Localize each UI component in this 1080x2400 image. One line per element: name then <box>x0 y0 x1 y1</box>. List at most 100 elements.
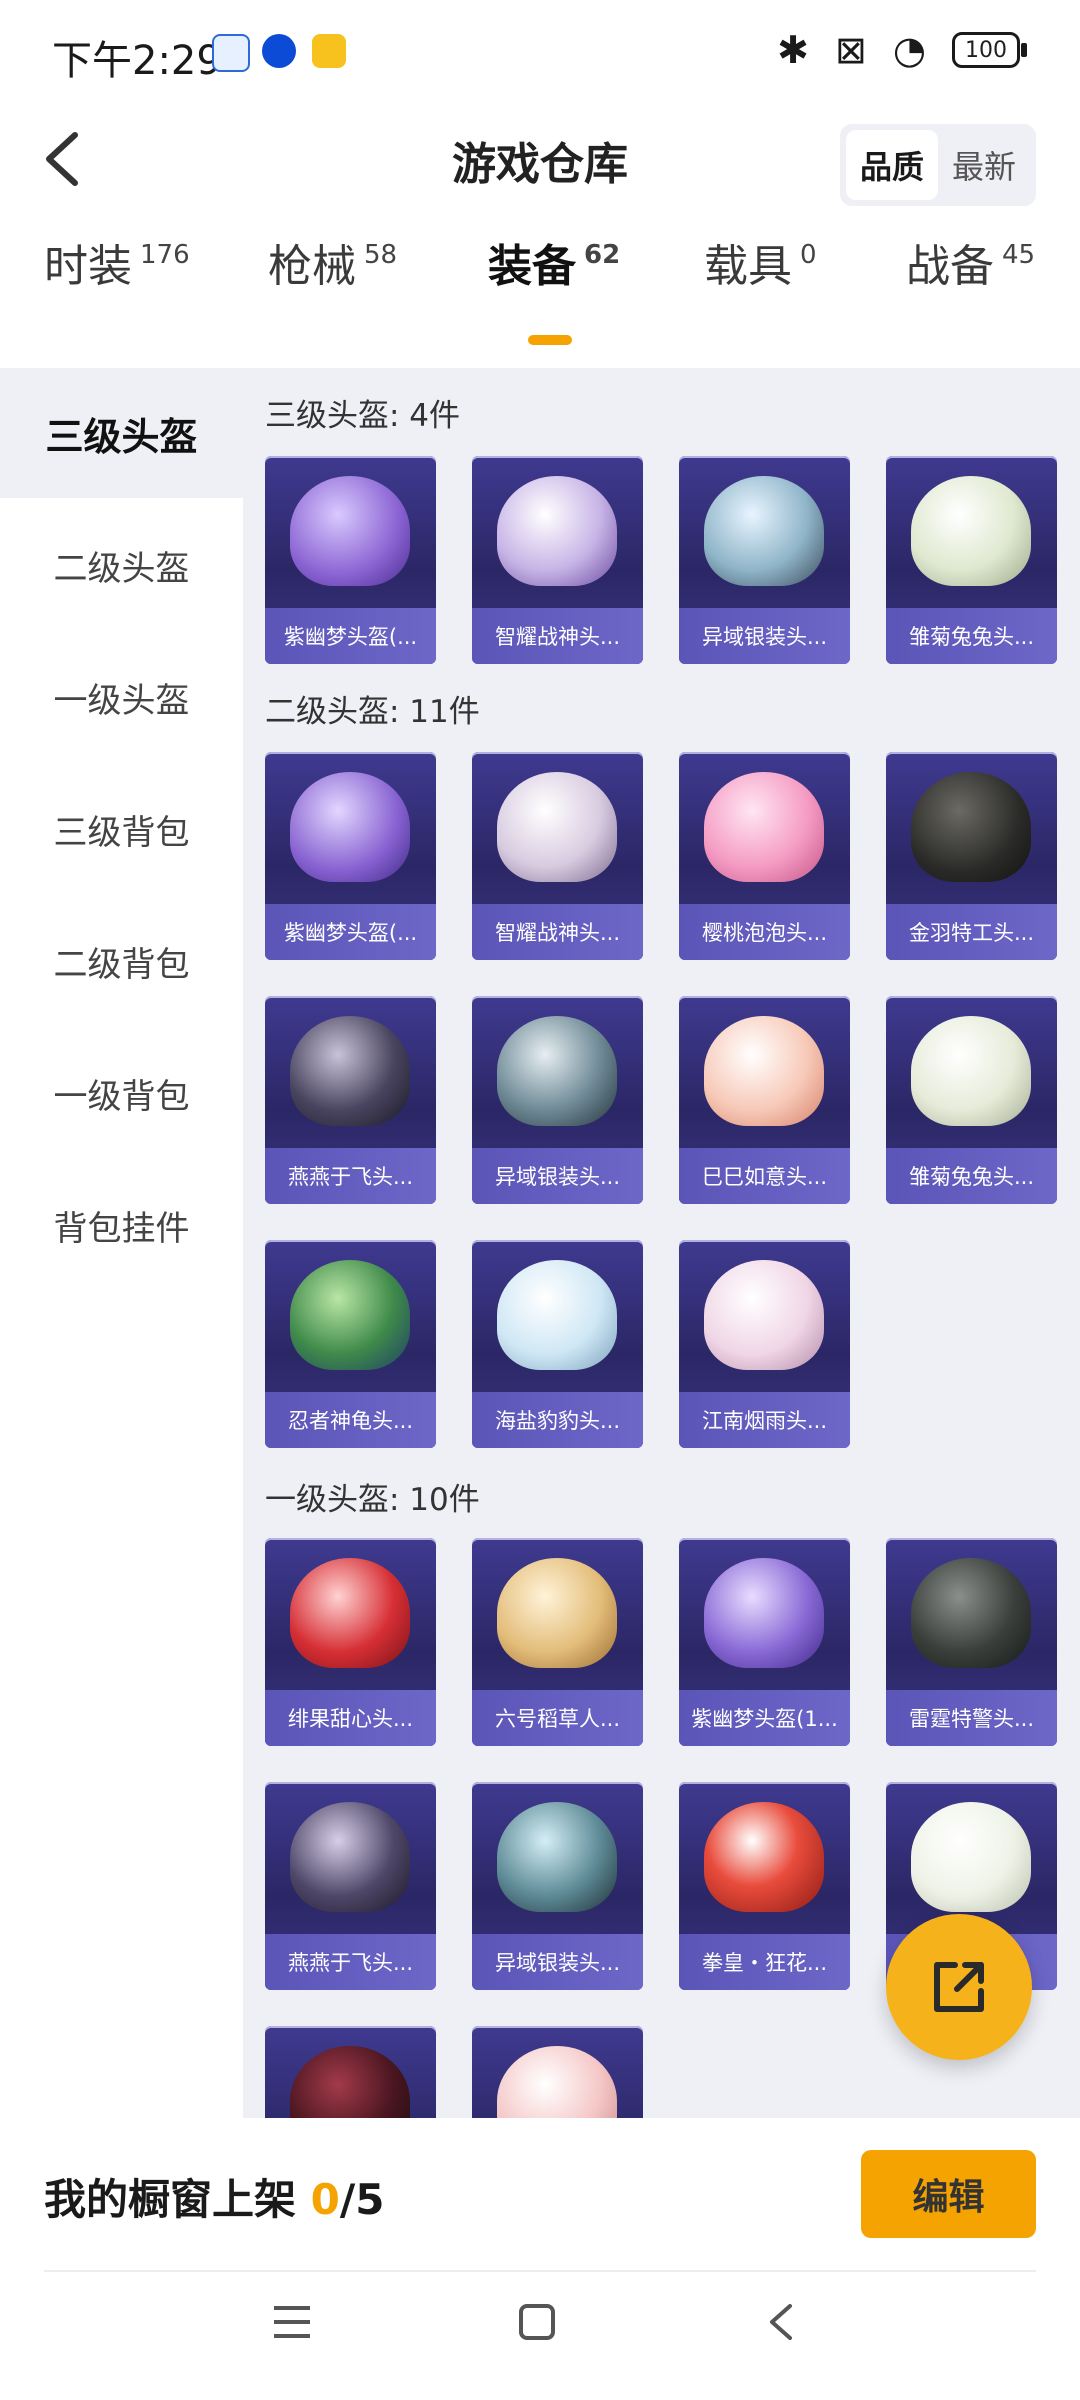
helmet-icon <box>911 1016 1031 1126</box>
item-card[interactable]: 智耀战神头... <box>472 752 643 960</box>
helmet-icon <box>704 1558 824 1668</box>
system-nav-bar <box>0 2293 1080 2383</box>
tab-indicator <box>528 335 572 345</box>
item-card[interactable]: 巳巳如意头... <box>679 996 850 1204</box>
item-name: 忍者神龟头... <box>265 1392 436 1448</box>
item-card[interactable]: 樱桃泡泡头... <box>679 752 850 960</box>
sidebar-item-backpack-charm[interactable]: 背包挂件 <box>0 1160 243 1290</box>
item-name: 江南烟雨头... <box>679 1392 850 1448</box>
external-link-icon <box>934 1962 984 2012</box>
battery-icon: 100 <box>952 32 1027 68</box>
export-fab-button[interactable] <box>886 1914 1032 2060</box>
item-card[interactable]: 江南烟雨头... <box>679 1240 850 1448</box>
helmet-icon <box>497 1802 617 1912</box>
back-nav-icon[interactable] <box>760 2293 804 2358</box>
tab-count: 45 <box>1002 240 1036 270</box>
sort-newest[interactable]: 最新 <box>938 130 1030 200</box>
tab-count: 176 <box>140 240 190 270</box>
tab-label: 时装 <box>44 241 132 292</box>
helmet-icon <box>911 1802 1031 1912</box>
sidebar-item-level2-helmet[interactable]: 二级头盔 <box>0 500 243 630</box>
status-right: ✱ ⊠ ◔ 100 <box>777 28 1027 72</box>
baidu-icon <box>212 34 250 72</box>
bluebird-icon <box>262 34 296 68</box>
item-card[interactable]: 异域银装头... <box>472 996 643 1204</box>
tab-vehicles[interactable]: 载具 0 <box>704 230 817 294</box>
divider <box>44 2270 1036 2272</box>
sidebar-item-level1-helmet[interactable]: 一级头盔 <box>0 632 243 762</box>
tab-label: 装备 <box>488 241 576 292</box>
sidebar-item-level3-helmet[interactable]: 三级头盔 <box>0 368 243 498</box>
item-name: 异域银装头... <box>472 1934 643 1990</box>
helmet-icon <box>497 476 617 586</box>
showcase-total: /5 <box>339 2175 385 2224</box>
item-name: 拳皇・狂花... <box>679 1934 850 1990</box>
item-card[interactable]: 雏菊兔兔头... <box>886 996 1057 1204</box>
showcase-label: 我的橱窗上架 <box>44 2175 297 2224</box>
bluetooth-icon: ✱ <box>777 28 809 72</box>
tab-firearms[interactable]: 枪械 58 <box>268 230 397 294</box>
battery-level: 100 <box>965 37 1007 63</box>
helmet-icon <box>497 1016 617 1126</box>
helmet-icon <box>704 1260 824 1370</box>
item-card[interactable] <box>265 2026 436 2118</box>
item-card[interactable]: 雏菊兔兔头... <box>886 456 1057 664</box>
item-name: 金羽特工头... <box>886 904 1057 960</box>
sidebar-item-level3-backpack[interactable]: 三级背包 <box>0 764 243 894</box>
tab-label: 载具 <box>704 241 792 292</box>
sidebar-item-level2-backpack[interactable]: 二级背包 <box>0 896 243 1026</box>
home-icon[interactable] <box>515 2293 559 2358</box>
tab-fashion[interactable]: 时装 176 <box>44 230 190 294</box>
item-card[interactable]: 紫幽梦头盔(... <box>265 456 436 664</box>
item-name: 紫幽梦头盔(... <box>265 904 436 960</box>
helmet-icon <box>290 1260 410 1370</box>
tab-count: 62 <box>584 240 621 270</box>
section-title: 二级头盔: 11件 <box>265 694 480 730</box>
item-card[interactable]: 紫幽梦头盔(... <box>265 752 436 960</box>
item-card[interactable]: 燕燕于飞头... <box>265 996 436 1204</box>
menu-icon[interactable] <box>270 2293 314 2358</box>
helmet-icon <box>497 1558 617 1668</box>
item-name: 六号稻草人... <box>472 1690 643 1746</box>
close-box-icon: ⊠ <box>834 28 867 72</box>
item-name: 异域银装头... <box>679 608 850 664</box>
item-name: 海盐豹豹头... <box>472 1392 643 1448</box>
item-card[interactable]: 拳皇・狂花... <box>679 1782 850 1990</box>
item-card[interactable]: 燕燕于飞头... <box>265 1782 436 1990</box>
item-card[interactable]: 六号稻草人... <box>472 1538 643 1746</box>
helmet-icon <box>290 1558 410 1668</box>
item-card[interactable]: 紫幽梦头盔(1... <box>679 1538 850 1746</box>
item-card[interactable]: 智耀战神头... <box>472 456 643 664</box>
tab-equipment[interactable]: 装备 62 <box>488 230 620 294</box>
item-card[interactable]: 异域银装头... <box>472 1782 643 1990</box>
sort-toggle: 品质 最新 <box>839 124 1036 206</box>
tab-count: 58 <box>364 240 398 270</box>
item-name: 智耀战神头... <box>472 904 643 960</box>
item-name: 樱桃泡泡头... <box>679 904 850 960</box>
app-header: 游戏仓库 品质 最新 <box>0 100 1080 220</box>
helmet-icon <box>497 772 617 882</box>
helmet-icon <box>290 1016 410 1126</box>
tab-supplies[interactable]: 战备 45 <box>906 230 1035 294</box>
section-title: 三级头盔: 4件 <box>265 398 461 434</box>
item-card[interactable]: 异域银装头... <box>679 456 850 664</box>
item-card[interactable]: 海盐豹豹头... <box>472 1240 643 1448</box>
item-name: 雏菊兔兔头... <box>886 1148 1057 1204</box>
helmet-icon <box>497 2046 617 2118</box>
item-card[interactable]: 金羽特工头... <box>886 752 1057 960</box>
item-name: 紫幽梦头盔(... <box>265 608 436 664</box>
edit-button[interactable]: 编辑 <box>861 2150 1036 2238</box>
item-card[interactable] <box>472 2026 643 2118</box>
item-name: 雷霆特警头... <box>886 1690 1057 1746</box>
helmet-icon <box>290 772 410 882</box>
sidebar-item-level1-backpack[interactable]: 一级背包 <box>0 1028 243 1158</box>
item-card[interactable]: 忍者神龟头... <box>265 1240 436 1448</box>
item-card[interactable]: 雷霆特警头... <box>886 1538 1057 1746</box>
item-name: 智耀战神头... <box>472 608 643 664</box>
item-grid-area[interactable]: 三级头盔: 4件 紫幽梦头盔(... 智耀战神头... 异域银装头... 雏菊兔… <box>243 368 1080 2118</box>
status-time: 下午2:29 <box>52 38 222 84</box>
item-card[interactable]: 绯果甜心头... <box>265 1538 436 1746</box>
sort-quality[interactable]: 品质 <box>845 130 938 200</box>
item-name: 雏菊兔兔头... <box>886 608 1057 664</box>
status-bar: 下午2:29 ✱ ⊠ ◔ 100 <box>0 0 1080 100</box>
